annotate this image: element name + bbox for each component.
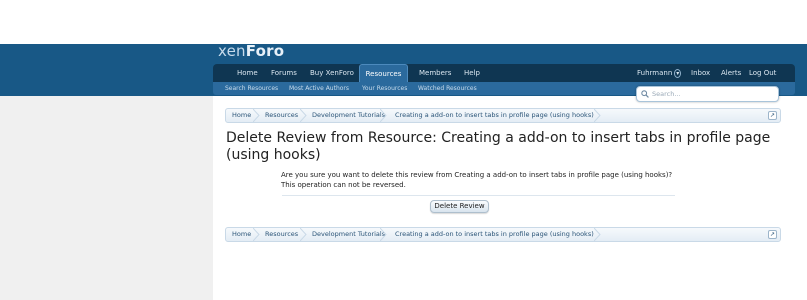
- breadcrumb-home[interactable]: Home: [232, 109, 251, 122]
- breadcrumb-arrow-icon: [380, 228, 387, 241]
- breadcrumb-arrow-icon: [380, 109, 387, 122]
- nav-tab-help[interactable]: Help: [464, 64, 480, 82]
- subnav-your-resources[interactable]: Your Resources: [362, 82, 407, 95]
- username: Fuhrmann: [637, 69, 673, 77]
- search-input[interactable]: Search...: [636, 86, 779, 102]
- user-menu[interactable]: Fuhrmann ▾: [637, 64, 682, 82]
- search-placeholder: Search...: [652, 90, 681, 98]
- delete-review-button[interactable]: Delete Review: [430, 200, 489, 213]
- breadcrumb-resources[interactable]: Resources: [265, 109, 298, 122]
- primary-nav: Home Forums Buy XenForo Resources Member…: [213, 64, 795, 82]
- nav-tab-members[interactable]: Members: [419, 64, 451, 82]
- subnav-watched-resources[interactable]: Watched Resources: [418, 82, 477, 95]
- breadcrumb-top: Home Resources Development Tutorials Cre…: [225, 108, 781, 123]
- subnav-search-resources[interactable]: Search Resources: [225, 82, 278, 95]
- top-margin: [0, 0, 807, 44]
- breadcrumb-arrow-icon: [594, 109, 601, 122]
- breadcrumb-current[interactable]: Creating a add-on to insert tabs in prof…: [395, 109, 594, 122]
- chevron-down-icon: ▾: [674, 69, 682, 78]
- inbox-link[interactable]: Inbox: [691, 64, 710, 82]
- breadcrumb-bottom: Home Resources Development Tutorials Cre…: [225, 227, 781, 242]
- site-logo[interactable]: xenForo: [218, 42, 284, 60]
- breadcrumb-development-tutorials[interactable]: Development Tutorials: [312, 228, 385, 241]
- subnav-most-active-authors[interactable]: Most Active Authors: [289, 82, 349, 95]
- breadcrumb-current[interactable]: Creating a add-on to insert tabs in prof…: [395, 228, 594, 241]
- page-content-area: [213, 96, 807, 300]
- irreversible-warning: This operation can not be reversed.: [281, 181, 406, 189]
- search-icon: [641, 90, 649, 98]
- logout-link[interactable]: Log Out: [749, 64, 776, 82]
- breadcrumb-home[interactable]: Home: [232, 228, 251, 241]
- nav-tab-resources[interactable]: Resources: [359, 64, 408, 82]
- breadcrumb-arrow-icon: [300, 228, 307, 241]
- divider: [282, 195, 675, 196]
- nav-tab-forums[interactable]: Forums: [271, 64, 297, 82]
- breadcrumb-arrow-icon: [300, 109, 307, 122]
- breadcrumb-resources[interactable]: Resources: [265, 228, 298, 241]
- jump-menu-icon[interactable]: ↗: [768, 111, 777, 120]
- nav-tab-home[interactable]: Home: [237, 64, 258, 82]
- jump-menu-icon[interactable]: ↗: [768, 230, 777, 239]
- nav-tab-buy-xenforo[interactable]: Buy XenForo: [310, 64, 354, 82]
- alerts-link[interactable]: Alerts: [721, 64, 741, 82]
- breadcrumb-arrow-icon: [253, 228, 260, 241]
- confirm-message: Are you sure you want to delete this rev…: [281, 171, 673, 179]
- breadcrumb-arrow-icon: [253, 109, 260, 122]
- page-title: Delete Review from Resource: Creating a …: [226, 130, 771, 163]
- breadcrumb-development-tutorials[interactable]: Development Tutorials: [312, 109, 385, 122]
- breadcrumb-arrow-icon: [594, 228, 601, 241]
